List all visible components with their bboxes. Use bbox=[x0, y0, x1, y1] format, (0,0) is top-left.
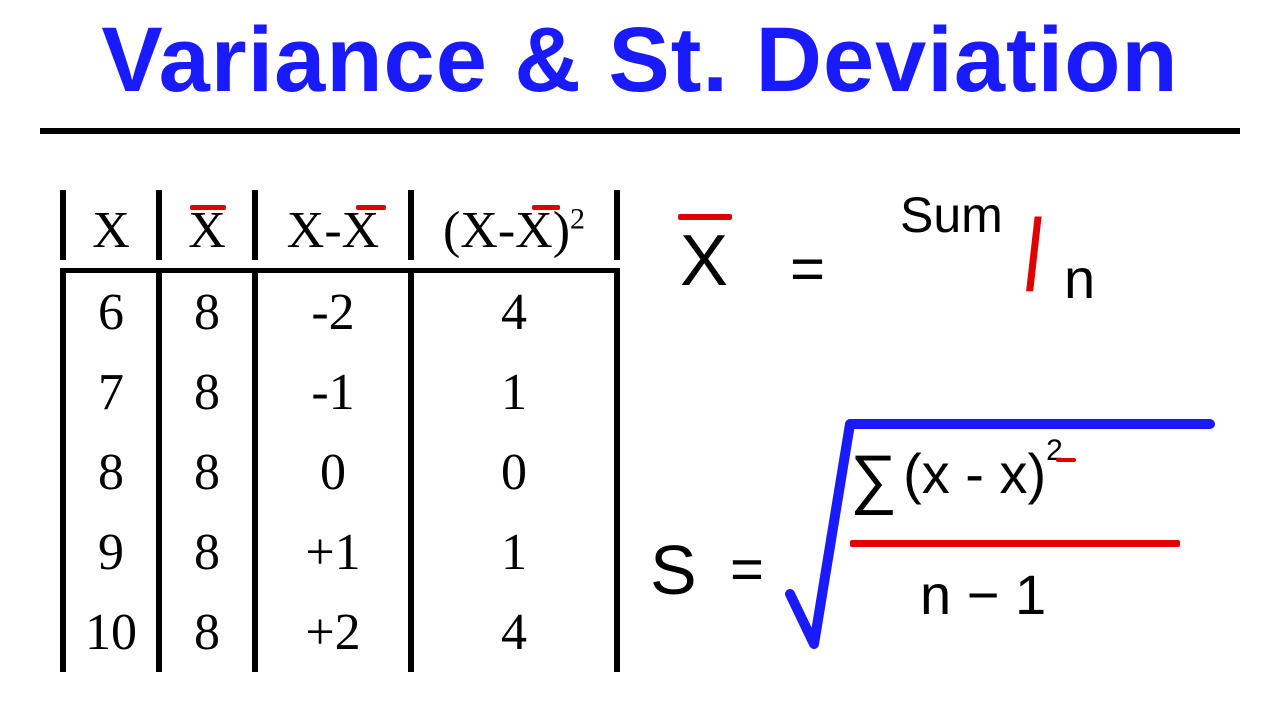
mean-denominator: n bbox=[1064, 246, 1095, 311]
cell-diff: -2 bbox=[258, 283, 408, 342]
cell-sq: 4 bbox=[414, 603, 614, 662]
cell-x: 7 bbox=[66, 363, 156, 422]
cell-diff: +1 bbox=[258, 523, 408, 582]
squared-exponent: 2 bbox=[1046, 434, 1063, 467]
equals-sign: = bbox=[730, 536, 764, 603]
cell-xbar: 8 bbox=[162, 283, 252, 342]
column-divider bbox=[614, 592, 620, 672]
column-divider bbox=[614, 432, 620, 512]
sd-denominator: n − 1 bbox=[920, 562, 1046, 627]
table-header-row: X X X-X (X-X)2 bbox=[60, 190, 620, 266]
equals-sign: = bbox=[790, 234, 825, 303]
xbar-overline-icon bbox=[190, 205, 226, 210]
sigma-icon: ∑ bbox=[850, 440, 897, 516]
cell-sq: 1 bbox=[414, 523, 614, 582]
column-divider bbox=[614, 512, 620, 592]
fraction-slash-icon: / bbox=[1026, 198, 1043, 313]
fraction-bar-icon bbox=[850, 540, 1180, 547]
col-header-x: X bbox=[66, 201, 156, 260]
cell-x: 9 bbox=[66, 523, 156, 582]
col-header-diff: X-X bbox=[258, 201, 408, 260]
xbar-overline-icon bbox=[1056, 458, 1076, 462]
data-table: X X X-X (X-X)2 68-2478-11880098+11108+24 bbox=[60, 190, 620, 672]
xbar-overline-icon bbox=[356, 205, 386, 210]
header-underline bbox=[60, 268, 620, 273]
col-header-xbar: X bbox=[162, 201, 252, 260]
cell-sq: 0 bbox=[414, 443, 614, 502]
cell-diff: 0 bbox=[258, 443, 408, 502]
column-divider bbox=[614, 272, 620, 352]
formulas-panel: X = Sum / n S = ∑(x - x)2 n − 1 bbox=[640, 190, 1240, 330]
title-underline bbox=[40, 128, 1240, 134]
cell-xbar: 8 bbox=[162, 363, 252, 422]
table-row: 8800 bbox=[60, 432, 620, 512]
cell-diff: -1 bbox=[258, 363, 408, 422]
sd-numerator: ∑(x - x)2 bbox=[850, 440, 1063, 516]
cell-sq: 1 bbox=[414, 363, 614, 422]
mean-lhs: X bbox=[680, 220, 728, 302]
sq-text: (X-X) bbox=[443, 202, 570, 259]
sd-lhs: S bbox=[650, 530, 697, 610]
mean-numerator: Sum bbox=[900, 186, 1003, 244]
col-header-sq: (X-X)2 bbox=[414, 201, 614, 260]
page-title: Variance & St. Deviation bbox=[40, 8, 1240, 113]
cell-x: 8 bbox=[66, 443, 156, 502]
column-divider bbox=[614, 190, 620, 260]
table-row: 108+24 bbox=[60, 592, 620, 672]
cell-xbar: 8 bbox=[162, 523, 252, 582]
cell-sq: 4 bbox=[414, 283, 614, 342]
table-row: 68-24 bbox=[60, 272, 620, 352]
cell-xbar: 8 bbox=[162, 443, 252, 502]
cell-xbar: 8 bbox=[162, 603, 252, 662]
cell-x: 10 bbox=[66, 603, 156, 662]
diff-text: X-X bbox=[287, 202, 379, 259]
xbar-letter: X bbox=[188, 202, 226, 259]
cell-x: 6 bbox=[66, 283, 156, 342]
column-divider bbox=[614, 352, 620, 432]
xbar-overline-icon bbox=[532, 205, 560, 210]
sd-formula: S = ∑(x - x)2 n − 1 bbox=[640, 410, 1240, 690]
sd-body: (x - x) bbox=[903, 442, 1046, 505]
table-row: 78-11 bbox=[60, 352, 620, 432]
cell-diff: +2 bbox=[258, 603, 408, 662]
squared-exponent: 2 bbox=[570, 203, 585, 236]
mean-formula: X = Sum / n bbox=[670, 190, 1240, 330]
table-row: 98+11 bbox=[60, 512, 620, 592]
